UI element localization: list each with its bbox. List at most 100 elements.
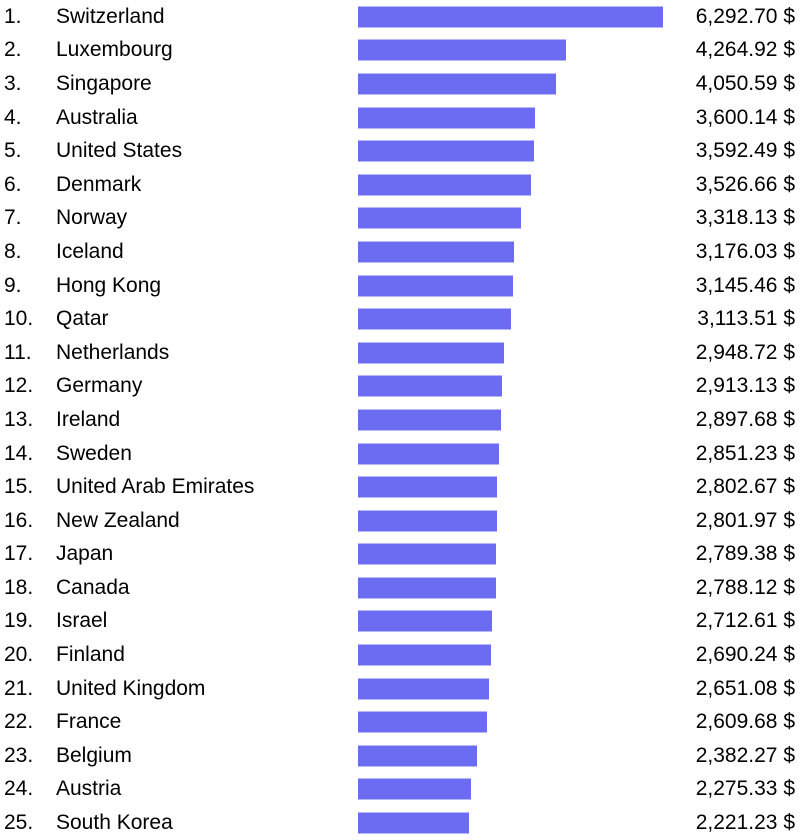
country-label: Austria: [56, 777, 122, 801]
ranking-row: 23. Belgium 2,382.27 $: [0, 739, 800, 773]
bar-track: [358, 207, 668, 229]
value-bar: [358, 745, 477, 767]
rank-number: 4.: [4, 105, 22, 129]
ranking-row: 20. Finland 2,690.24 $: [0, 638, 800, 672]
rank-number: 21.: [4, 676, 34, 700]
value-bar: [358, 543, 496, 565]
value-bar: [358, 73, 556, 95]
value-bar: [358, 174, 532, 196]
rank-number: 22.: [4, 710, 34, 734]
bar-track: [358, 644, 668, 666]
value-label: 2,382.27 $: [695, 743, 795, 767]
value-bar: [358, 812, 469, 834]
bar-track: [358, 443, 668, 465]
ranking-row: 7. Norway 3,318.13 $: [0, 202, 800, 236]
ranking-row: 1. Switzerland 6,292.70 $: [0, 0, 800, 34]
value-bar: [358, 275, 513, 297]
country-label: United Arab Emirates: [56, 475, 255, 499]
country-label: Japan: [56, 542, 114, 566]
bar-track: [358, 409, 668, 431]
value-bar: [358, 778, 472, 800]
value-label: 3,526.66 $: [695, 172, 795, 196]
bar-track: [358, 543, 668, 565]
value-label: 2,802.67 $: [695, 475, 795, 499]
value-label: 2,851.23 $: [695, 441, 795, 465]
value-label: 4,050.59 $: [695, 71, 795, 95]
rank-number: 15.: [4, 475, 34, 499]
ranking-row: 18. Canada 2,788.12 $: [0, 571, 800, 605]
value-bar: [358, 409, 502, 431]
ranking-row: 3. Singapore 4,050.59 $: [0, 67, 800, 101]
ranking-row: 22. France 2,609.68 $: [0, 705, 800, 739]
value-label: 2,275.33 $: [695, 777, 795, 801]
ranking-bar-chart: 1. Switzerland 6,292.70 $ 2. Luxembourg 4,264…: [0, 0, 800, 840]
value-label: 2,788.12 $: [695, 575, 795, 599]
bar-track: [358, 6, 668, 28]
country-label: Finland: [56, 643, 125, 667]
bar-track: [358, 711, 668, 733]
rank-number: 23.: [4, 743, 34, 767]
bar-track: [358, 745, 668, 767]
rank-number: 1.: [4, 4, 22, 28]
rank-number: 17.: [4, 542, 34, 566]
value-label: 3,176.03 $: [695, 239, 795, 263]
ranking-row: 13. Ireland 2,897.68 $: [0, 403, 800, 437]
value-label: 2,801.97 $: [695, 508, 795, 532]
rank-number: 3.: [4, 71, 22, 95]
country-label: Canada: [56, 575, 130, 599]
rank-number: 19.: [4, 609, 34, 633]
rank-number: 7.: [4, 206, 22, 230]
country-label: Qatar: [56, 307, 109, 331]
value-bar: [358, 610, 493, 632]
value-bar: [358, 39, 567, 61]
value-label: 3,113.51 $: [697, 307, 795, 331]
value-label: 3,592.49 $: [695, 139, 795, 163]
value-bar: [358, 140, 535, 162]
country-label: Sweden: [56, 441, 132, 465]
value-bar: [358, 678, 490, 700]
value-label: 6,292.70 $: [695, 4, 795, 28]
value-label: 4,264.92 $: [695, 38, 795, 62]
country-label: Switzerland: [56, 4, 165, 28]
rank-number: 9.: [4, 273, 22, 297]
rank-number: 20.: [4, 643, 34, 667]
value-bar: [358, 443, 499, 465]
country-label: France: [56, 710, 122, 734]
rank-number: 16.: [4, 508, 34, 532]
ranking-row: 6. Denmark 3,526.66 $: [0, 168, 800, 202]
country-label: United States: [56, 139, 183, 163]
ranking-row: 4. Australia 3,600.14 $: [0, 101, 800, 135]
bar-track: [358, 308, 668, 330]
ranking-row: 10. Qatar 3,113.51 $: [0, 302, 800, 336]
value-bar: [358, 207, 522, 229]
ranking-row: 16. New Zealand 2,801.97 $: [0, 504, 800, 538]
ranking-row: 21. United Kingdom 2,651.08 $: [0, 672, 800, 706]
country-label: United Kingdom: [56, 676, 206, 700]
ranking-row: 25. South Korea 2,221.23 $: [0, 806, 800, 840]
bar-track: [358, 577, 668, 599]
country-label: Hong Kong: [56, 273, 162, 297]
value-label: 2,712.61 $: [695, 609, 795, 633]
country-label: Iceland: [56, 239, 124, 263]
ranking-row: 24. Austria 2,275.33 $: [0, 773, 800, 807]
value-bar: [358, 510, 497, 532]
rank-number: 5.: [4, 139, 22, 163]
value-bar: [358, 577, 496, 599]
value-bar: [358, 241, 515, 263]
country-label: Luxembourg: [56, 38, 173, 62]
country-label: Ireland: [56, 407, 121, 431]
bar-track: [358, 778, 668, 800]
value-bar: [358, 711, 488, 733]
value-bar: [358, 375, 502, 397]
value-label: 2,913.13 $: [695, 374, 795, 398]
value-bar: [358, 6, 663, 28]
country-label: Israel: [56, 609, 108, 633]
ranking-row: 14. Sweden 2,851.23 $: [0, 437, 800, 471]
ranking-row: 8. Iceland 3,176.03 $: [0, 235, 800, 269]
ranking-row: 15. United Arab Emirates 2,802.67 $: [0, 470, 800, 504]
country-label: Denmark: [56, 172, 142, 196]
bar-track: [358, 610, 668, 632]
value-label: 2,897.68 $: [695, 407, 795, 431]
country-label: New Zealand: [56, 508, 180, 532]
value-label: 2,789.38 $: [695, 542, 795, 566]
